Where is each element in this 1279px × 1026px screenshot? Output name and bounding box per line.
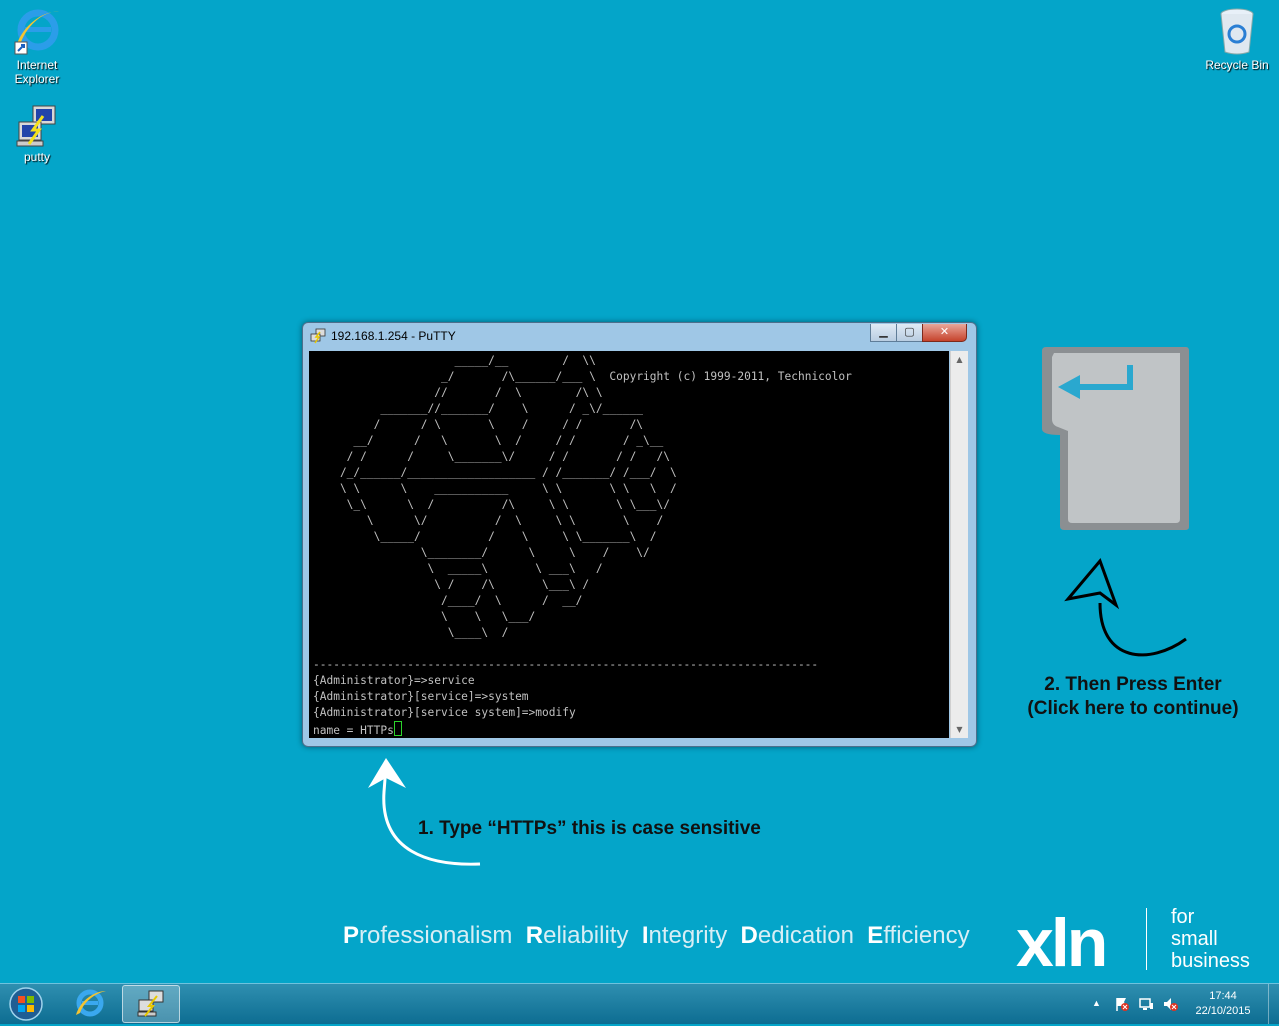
desktop-icon-label: putty bbox=[23, 150, 50, 164]
command-line: {Administrator}[service]=>system bbox=[313, 690, 529, 703]
taskbar-internet-explorer[interactable] bbox=[62, 985, 118, 1021]
minimize-button[interactable]: ▁ bbox=[870, 324, 897, 342]
putty-title-icon bbox=[310, 328, 326, 344]
separator-line: ----------------------------------------… bbox=[313, 658, 819, 671]
volume-muted-icon[interactable] bbox=[1162, 996, 1178, 1012]
network-icon[interactable] bbox=[1138, 996, 1154, 1012]
show-hidden-icons-button[interactable]: ▲ bbox=[1092, 998, 1101, 1008]
putty-window[interactable]: 192.168.1.254 - PuTTY ▁ ▢ ✕ _____/__ / \… bbox=[302, 322, 977, 747]
step2-line1: 2. Then Press Enter bbox=[1044, 674, 1222, 695]
desktop-icon-putty[interactable]: putty bbox=[5, 104, 69, 164]
value-item: Professionalism bbox=[343, 922, 513, 949]
logo-divider bbox=[1146, 908, 1147, 970]
tagline-line: for bbox=[1171, 906, 1195, 928]
step2-instruction[interactable]: 2. Then Press Enter (Click here to conti… bbox=[1025, 673, 1241, 721]
company-values: Professionalism Reliability Integrity De… bbox=[343, 922, 970, 950]
input-line[interactable]: name = HTTPs bbox=[313, 724, 394, 737]
terminal-cursor bbox=[393, 721, 402, 736]
system-clock[interactable]: 17:44 22/10/2015 bbox=[1192, 989, 1254, 1019]
putty-icon bbox=[137, 990, 164, 1017]
terminal-area[interactable]: _____/__ / \\ _/ /\______/___ \ Copyrigh… bbox=[309, 351, 949, 738]
value-item: Efficiency bbox=[867, 922, 970, 949]
value-item: Dedication bbox=[740, 922, 854, 949]
scroll-down-arrow-icon[interactable]: ▼ bbox=[951, 721, 968, 738]
desktop-icon-recycle-bin[interactable]: Recycle Bin bbox=[1205, 6, 1269, 72]
step2-line2: (Click here to continue) bbox=[1027, 698, 1239, 719]
taskbar: ▲ 17:44 22/10/2015 bbox=[0, 983, 1279, 1024]
internet-explorer-icon bbox=[14, 9, 59, 55]
value-item: Reliability bbox=[525, 922, 629, 949]
scroll-up-arrow-icon[interactable]: ▲ bbox=[951, 351, 968, 368]
start-button[interactable] bbox=[4, 986, 48, 1022]
enter-key-icon bbox=[1042, 347, 1189, 530]
desktop-icon-label: Internet Explorer bbox=[14, 58, 60, 86]
xln-logo: xln bbox=[1016, 905, 1108, 981]
curved-arrow-up-icon bbox=[368, 758, 481, 866]
show-desktop-button[interactable] bbox=[1268, 984, 1279, 1024]
action-center-icon[interactable] bbox=[1114, 996, 1130, 1012]
value-item: Integrity bbox=[641, 922, 728, 949]
curved-arrow-up-icon bbox=[1064, 558, 1187, 657]
tagline-line: small bbox=[1171, 928, 1218, 950]
internet-explorer-icon bbox=[76, 989, 106, 1017]
clock-time: 17:44 bbox=[1209, 990, 1237, 1002]
desktop-icon-label: Recycle Bin bbox=[1205, 58, 1269, 72]
tagline-line: business bbox=[1171, 950, 1250, 972]
copyright-text: Copyright (c) 1999-2011, Technicolor bbox=[609, 370, 852, 383]
command-line: {Administrator}[service system]=>modify bbox=[313, 706, 576, 719]
enter-key-button[interactable] bbox=[1040, 343, 1190, 535]
step1-instruction: 1. Type “HTTPs” this is case sensitive bbox=[418, 818, 761, 839]
logo-tagline: for small business bbox=[1171, 906, 1250, 972]
close-button[interactable]: ✕ bbox=[922, 324, 967, 342]
command-output: ----------------------------------------… bbox=[313, 657, 818, 739]
taskbar-putty[interactable] bbox=[122, 985, 180, 1023]
maximize-button[interactable]: ▢ bbox=[896, 324, 923, 342]
clock-date: 22/10/2015 bbox=[1195, 1005, 1251, 1017]
desktop-icon-internet-explorer[interactable]: Internet Explorer bbox=[5, 6, 69, 86]
window-title: 192.168.1.254 - PuTTY bbox=[331, 329, 456, 343]
command-line: {Administrator}=>service bbox=[313, 674, 475, 687]
putty-icon bbox=[16, 105, 56, 147]
recycle-bin-icon bbox=[1220, 8, 1254, 55]
technicolor-ascii-logo: _____/__ / \\ _/ /\______/___ \ Copyrigh… bbox=[339, 354, 852, 639]
vertical-scrollbar[interactable]: ▲ ▼ bbox=[950, 351, 968, 738]
